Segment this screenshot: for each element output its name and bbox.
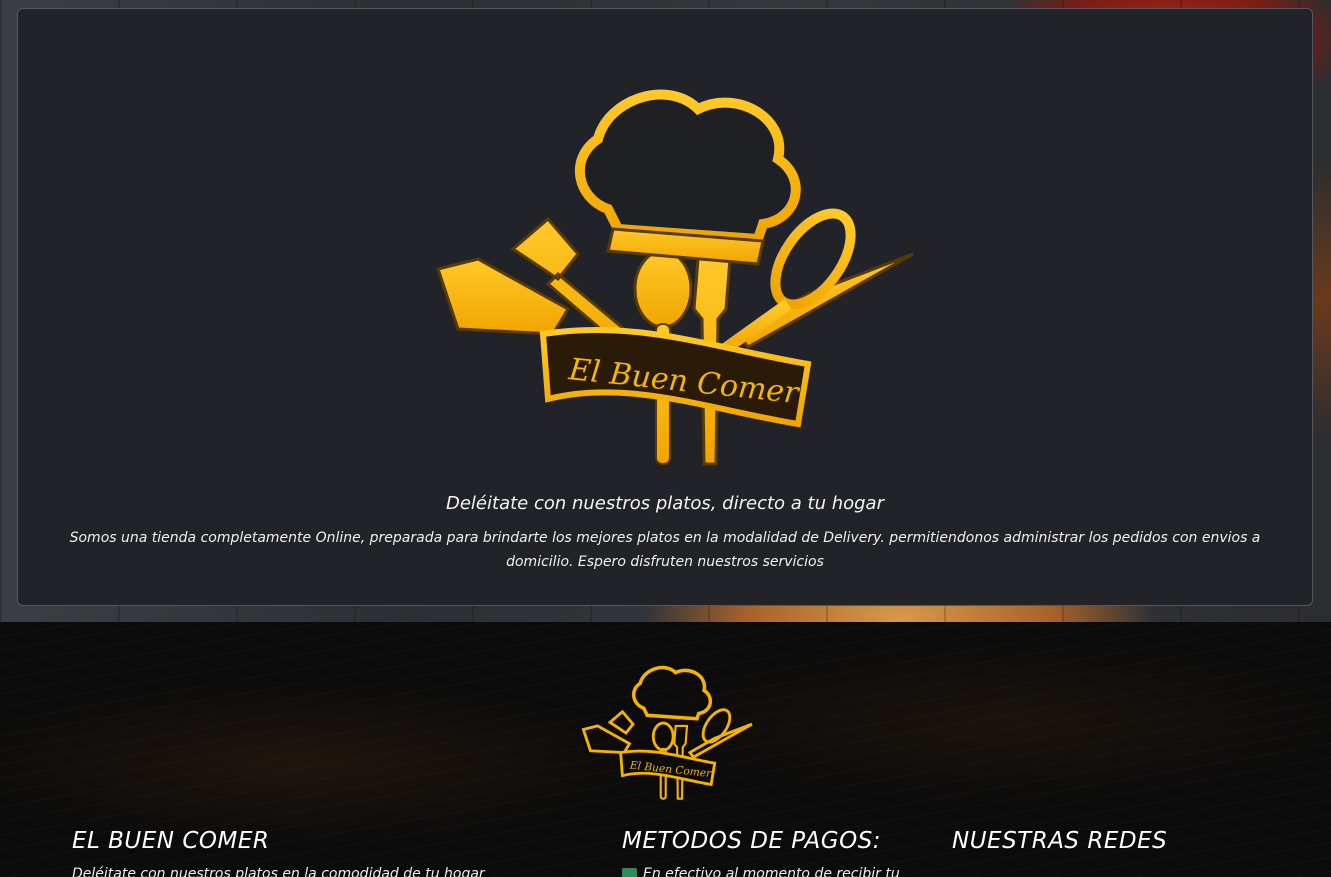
hero-title: Deléitate con nuestros platos, directo a… [446, 493, 884, 514]
footer-payment-item: En efectivo al momento de recibir tu [622, 866, 900, 877]
footer-payments-title: METODOS DE PAGOS: [622, 828, 882, 854]
chef-logo: El Buen Comer [436, 89, 914, 466]
footer: El Buen Comer EL BUEN COMER Deléitate co… [0, 622, 1331, 877]
footer-about-title: EL BUEN COMER [72, 828, 270, 854]
footer-about-text: Deléitate con nuestros platos en la como… [72, 866, 485, 877]
payment-item-label: En efectivo al momento de recibir tu [643, 866, 900, 877]
hero-description: Somos una tienda completamente Online, p… [69, 530, 1261, 570]
footer-social-title: NUESTRAS REDES [952, 828, 1168, 854]
hero-card: El Buen Comer Deléitate con nuestros pla… [17, 8, 1313, 606]
footer-chef-logo: El Buen Comer [581, 665, 753, 800]
cash-icon [622, 867, 637, 877]
